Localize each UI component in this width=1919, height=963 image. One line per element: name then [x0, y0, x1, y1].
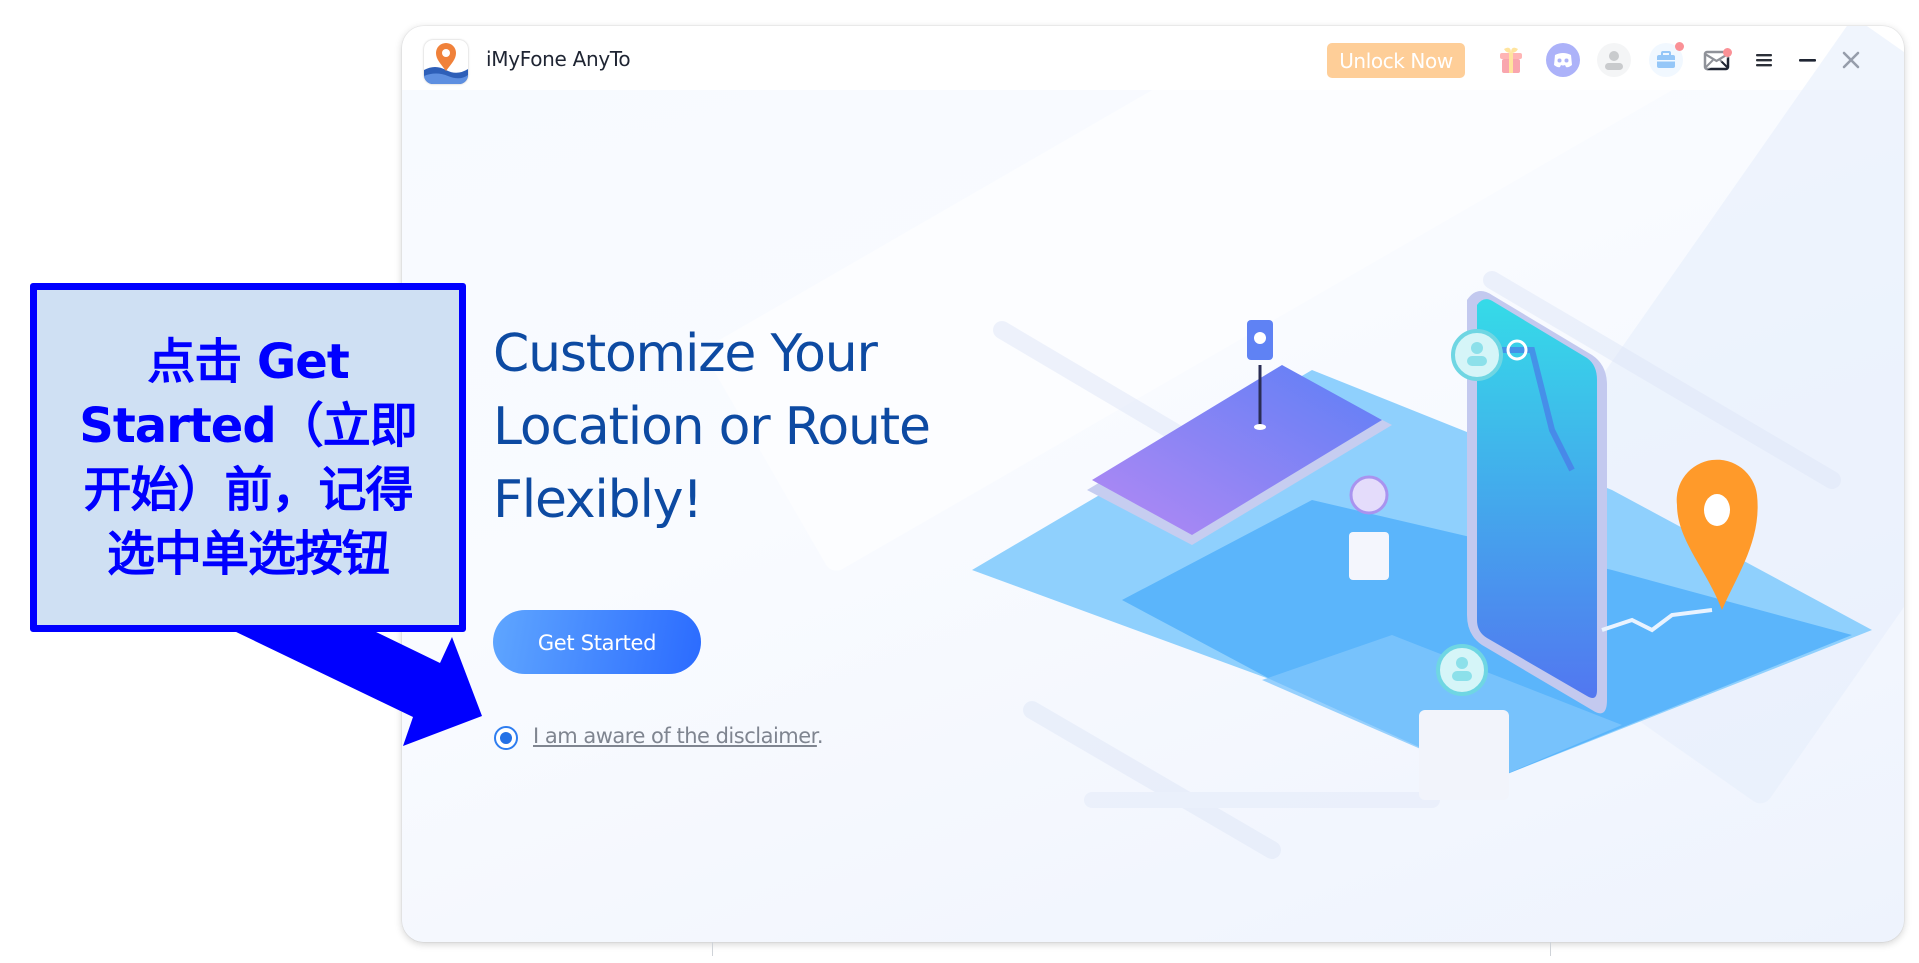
callout-line: Started（立即 — [79, 397, 417, 454]
disclaimer-radio[interactable] — [494, 726, 518, 750]
page-headline: Customize Your Location or Route Flexibl… — [493, 318, 931, 537]
callout-text: 点击 Get Started（立即 开始）前，记得 选中单选按钮 — [48, 330, 448, 586]
headline-line: Location or Route — [493, 397, 931, 457]
app-window: iMyFone AnyTo Unlock Now — [402, 26, 1904, 942]
disclaimer-suffix: . — [816, 724, 824, 748]
disclaimer-link[interactable]: I am aware of the disclaimer — [533, 724, 817, 748]
disclaimer-row: I am aware of the disclaimer. — [533, 724, 824, 748]
callout-line: 开始）前，记得 — [83, 461, 413, 518]
background-divider — [1550, 942, 1551, 956]
background-divider — [712, 942, 713, 956]
app-title: iMyFone AnyTo — [486, 47, 631, 71]
headline-line: Flexibly! — [493, 470, 703, 530]
get-started-button[interactable]: Get Started — [493, 610, 701, 674]
headline-line: Customize Your — [493, 324, 878, 384]
menu-icon[interactable] — [1745, 41, 1783, 79]
callout-line: 选中单选按钮 — [106, 525, 390, 582]
map-illustration — [972, 271, 1872, 859]
app-logo-icon — [424, 40, 468, 84]
main-content: Customize Your Location or Route Flexibl… — [402, 26, 1904, 942]
callout-line: 点击 Get — [147, 333, 350, 390]
annotation-callout: 点击 Get Started（立即 开始）前，记得 选中单选按钮 — [30, 283, 466, 632]
